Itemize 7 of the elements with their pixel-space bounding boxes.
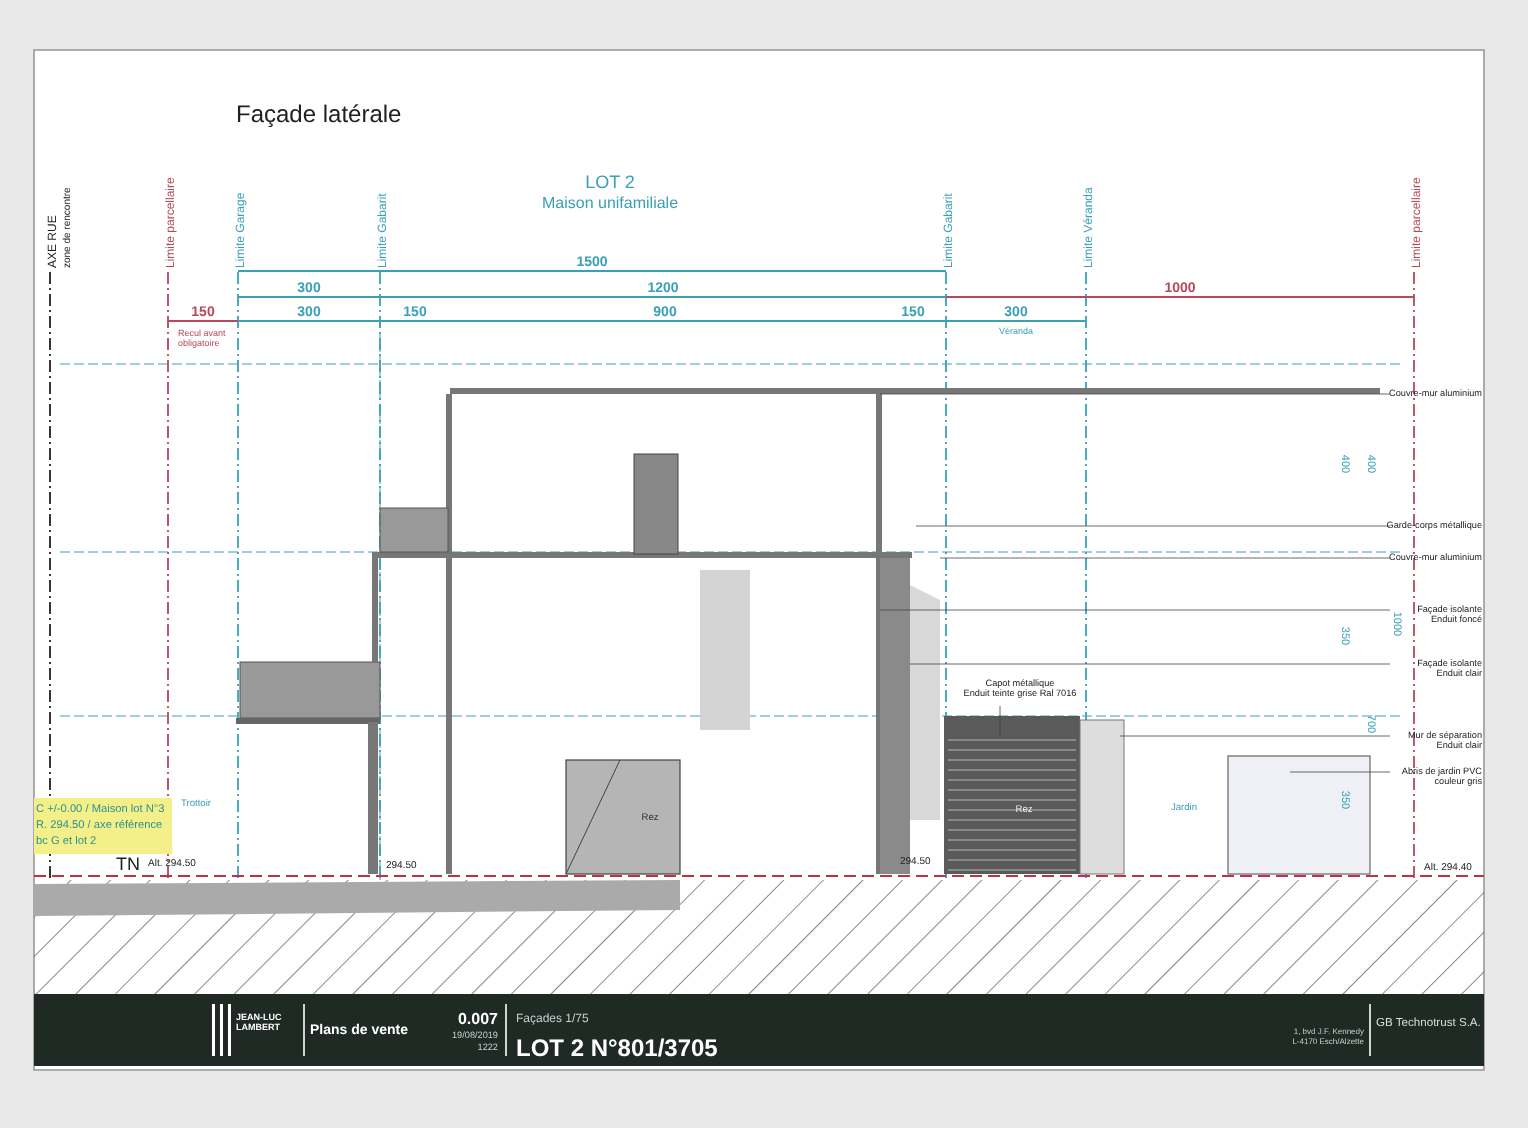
lot-title: LOT 2: [585, 172, 635, 192]
logo-drawing: [212, 1004, 231, 1056]
plan-number: 0.007: [457, 1010, 498, 1028]
terrain-label: TN: [116, 854, 140, 874]
lot-number: LOT 2 N°801/3705: [516, 1034, 718, 1062]
sheet-title: Façade latérale: [236, 100, 402, 128]
lot-subtitle: Maison unifamiliale: [541, 194, 679, 212]
